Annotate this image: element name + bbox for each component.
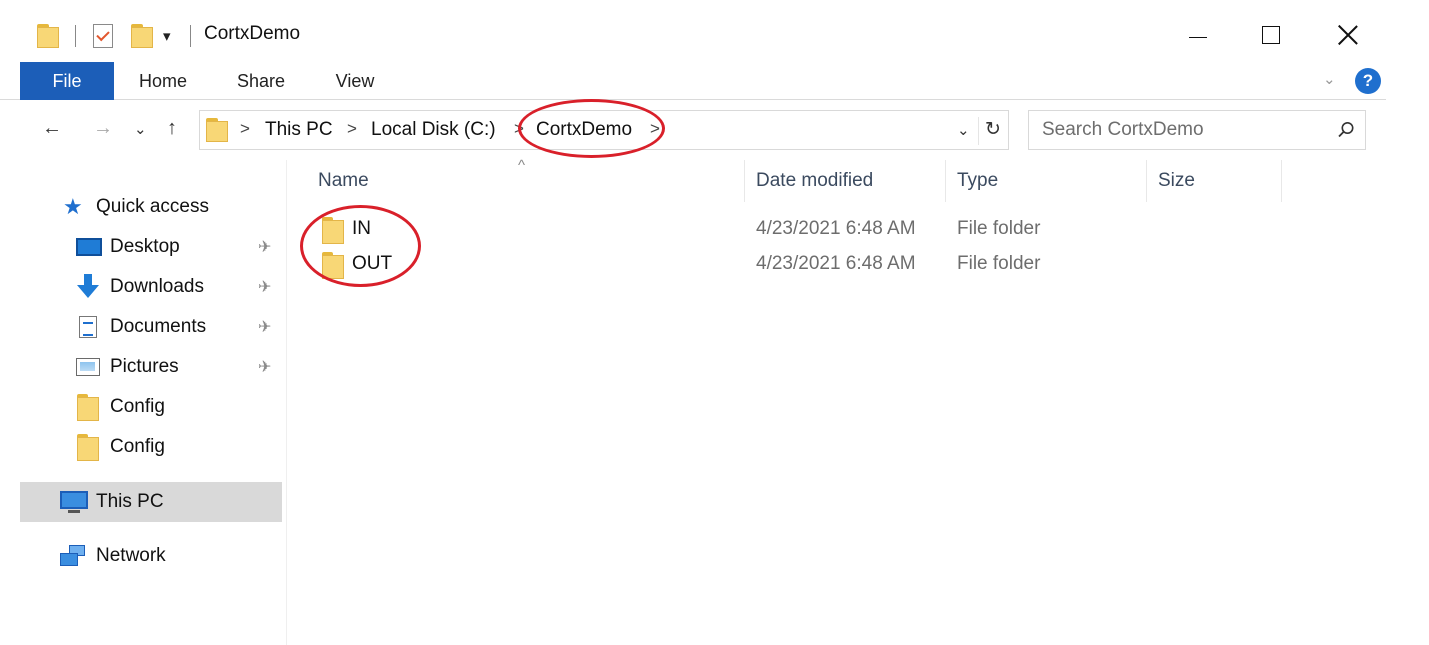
pin-icon[interactable]: ✈ xyxy=(258,277,271,297)
tab-home[interactable]: Home xyxy=(126,62,200,100)
maximize-icon xyxy=(1262,26,1280,44)
folder-icon[interactable] xyxy=(37,24,59,48)
sidebar-item-config[interactable]: Config xyxy=(20,427,282,467)
computer-icon xyxy=(60,491,88,513)
sidebar-item-label: Config xyxy=(110,396,165,417)
window-title: CortxDemo xyxy=(204,23,301,44)
minimize-icon xyxy=(1189,36,1207,38)
close-icon xyxy=(1337,24,1359,46)
pin-icon[interactable]: ✈ xyxy=(258,317,271,337)
column-divider[interactable] xyxy=(1146,160,1147,202)
refresh-icon[interactable]: ↻ xyxy=(985,118,1001,141)
sidebar-item-label: Network xyxy=(96,545,166,566)
sidebar-item-label: Documents xyxy=(110,316,207,337)
sidebar-item-label: Pictures xyxy=(110,356,179,377)
expand-ribbon-icon[interactable]: ⌄ xyxy=(1323,70,1336,88)
search-box[interactable] xyxy=(1028,110,1366,150)
search-icon[interactable] xyxy=(1337,121,1355,139)
column-divider[interactable] xyxy=(1281,160,1282,202)
file-type: File folder xyxy=(957,253,1041,274)
desktop-icon xyxy=(76,238,102,256)
properties-icon[interactable] xyxy=(93,24,113,48)
minimize-button[interactable] xyxy=(1175,16,1221,54)
tab-view[interactable]: View xyxy=(320,62,390,100)
download-icon xyxy=(77,274,99,298)
sidebar-item-label: Downloads xyxy=(110,276,204,297)
maximize-button[interactable] xyxy=(1248,16,1294,54)
toolbar-separator xyxy=(75,25,76,47)
file-type: File folder xyxy=(957,218,1041,239)
folder-icon xyxy=(322,217,344,244)
column-divider[interactable] xyxy=(744,160,745,202)
breadcrumb-separator[interactable]: > xyxy=(650,119,660,139)
column-header-date-modified[interactable]: Date modified xyxy=(756,170,873,192)
sidebar-item-network[interactable]: Network xyxy=(20,536,282,576)
file-row-in[interactable]: IN 4/23/2021 6:48 AM File folder xyxy=(300,212,1280,246)
folder-icon xyxy=(322,252,344,279)
sidebar-item-label: This PC xyxy=(96,491,164,512)
file-date-modified: 4/23/2021 6:48 AM xyxy=(756,253,916,274)
column-header-size[interactable]: Size xyxy=(1158,170,1195,192)
column-divider[interactable] xyxy=(945,160,946,202)
sidebar-item-documents[interactable]: Documents ✈ xyxy=(20,307,282,347)
column-header-type[interactable]: Type xyxy=(957,170,998,192)
folder-icon xyxy=(206,118,228,142)
pin-icon[interactable]: ✈ xyxy=(258,357,271,377)
network-icon xyxy=(60,545,86,567)
ribbon: File Home Share View ⌄ ? xyxy=(0,62,1386,100)
toolbar-separator xyxy=(190,25,191,47)
back-button[interactable]: ← xyxy=(42,117,62,140)
breadcrumb-cortxdemo[interactable]: CortxDemo xyxy=(536,119,632,141)
column-header-name[interactable]: Name xyxy=(318,170,369,192)
help-icon[interactable]: ? xyxy=(1355,68,1381,94)
breadcrumb-separator[interactable]: > xyxy=(240,119,250,139)
file-date-modified: 4/23/2021 6:48 AM xyxy=(756,218,916,239)
navigation-bar: ← → ⌄ ↑ > This PC > Local Disk (C:) > Co… xyxy=(0,100,1429,160)
tab-file[interactable]: File xyxy=(20,62,114,100)
sidebar-item-this-pc[interactable]: This PC xyxy=(20,482,282,522)
star-icon: ★ xyxy=(63,194,83,219)
address-bar[interactable]: > This PC > Local Disk (C:) > CortxDemo … xyxy=(199,110,1009,150)
sidebar-item-pictures[interactable]: Pictures ✈ xyxy=(20,347,282,387)
sidebar-item-label: Config xyxy=(110,436,165,457)
breadcrumb-separator[interactable]: > xyxy=(514,119,524,139)
forward-button[interactable]: → xyxy=(93,117,113,140)
title-bar: ▾ CortxDemo xyxy=(0,0,1429,62)
pane-divider xyxy=(286,160,287,645)
recent-locations-button[interactable]: ⌄ xyxy=(134,120,147,138)
file-name: IN xyxy=(352,218,371,239)
documents-icon xyxy=(79,316,97,338)
folder-icon xyxy=(77,434,99,461)
tab-share[interactable]: Share xyxy=(224,62,298,100)
sort-ascending-icon: ^ xyxy=(518,157,526,174)
navigation-pane: ★ Quick access Desktop ✈ Downloads ✈ Doc… xyxy=(0,160,286,645)
pictures-icon xyxy=(76,358,100,376)
close-button[interactable] xyxy=(1325,16,1371,54)
sidebar-item-quick-access[interactable]: ★ Quick access xyxy=(20,187,282,227)
sidebar-item-config[interactable]: Config xyxy=(20,387,282,427)
pin-icon[interactable]: ✈ xyxy=(258,237,271,257)
new-folder-icon[interactable] xyxy=(131,24,153,48)
address-divider xyxy=(978,117,979,145)
up-button[interactable]: ↑ xyxy=(167,117,177,140)
breadcrumb-separator[interactable]: > xyxy=(347,119,357,139)
breadcrumb-this-pc[interactable]: This PC xyxy=(265,119,333,141)
breadcrumb-local-disk[interactable]: Local Disk (C:) xyxy=(371,119,496,141)
sidebar-item-desktop[interactable]: Desktop ✈ xyxy=(20,227,282,267)
folder-icon xyxy=(77,394,99,421)
file-name: OUT xyxy=(352,253,393,274)
address-dropdown-icon[interactable]: ⌄ xyxy=(957,121,970,139)
sidebar-item-downloads[interactable]: Downloads ✈ xyxy=(20,267,282,307)
sidebar-item-label: Quick access xyxy=(96,196,209,217)
search-input[interactable] xyxy=(1042,118,1322,142)
file-row-out[interactable]: OUT 4/23/2021 6:48 AM File folder xyxy=(300,247,1280,281)
sidebar-item-label: Desktop xyxy=(110,236,180,257)
customize-toolbar-dropdown[interactable]: ▾ xyxy=(163,27,171,45)
